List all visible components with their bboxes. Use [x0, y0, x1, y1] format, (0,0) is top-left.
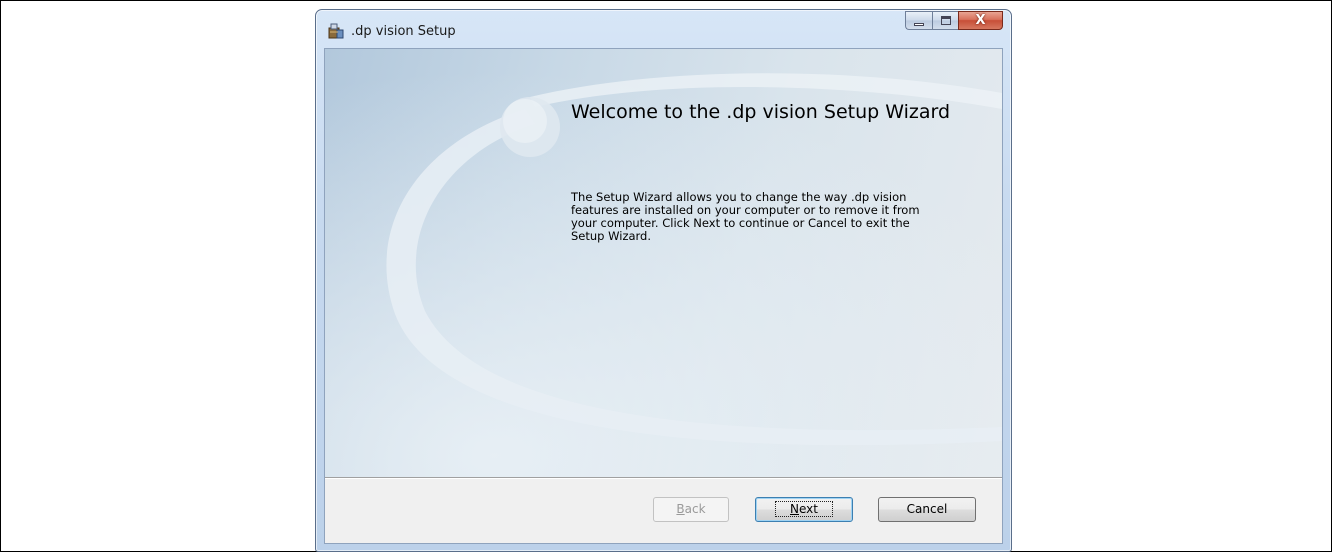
- welcome-line: Setup Wizard.: [571, 229, 652, 243]
- welcome-description: The Setup Wizard allows you to change th…: [571, 191, 991, 243]
- cancel-button[interactable]: Cancel: [878, 497, 976, 522]
- minimize-button[interactable]: [905, 11, 932, 30]
- installer-package-icon: [328, 23, 344, 39]
- back-label-rest: ack: [684, 502, 706, 516]
- back-mnemonic: B: [676, 502, 685, 516]
- title-bar[interactable]: .dp vision Setup X: [316, 10, 1011, 48]
- caption-buttons: X: [905, 11, 1003, 31]
- maximize-icon: [941, 16, 951, 25]
- minimize-icon: [914, 23, 924, 26]
- close-button[interactable]: X: [958, 11, 1003, 30]
- maximize-button[interactable]: [932, 11, 958, 30]
- next-mnemonic: N: [790, 502, 799, 516]
- wizard-client-area: Welcome to the .dp vision Setup Wizard T…: [324, 48, 1003, 544]
- welcome-title: Welcome to the .dp vision Setup Wizard: [571, 101, 951, 123]
- setup-window: .dp vision Setup X Welcome to the .dp vi…: [315, 9, 1012, 552]
- close-icon: X: [975, 13, 986, 28]
- back-button[interactable]: Back: [653, 497, 729, 522]
- window-title: .dp vision Setup: [351, 24, 456, 39]
- welcome-banner: Welcome to the .dp vision Setup Wizard T…: [325, 49, 1002, 477]
- footer-separator: [325, 477, 1002, 479]
- next-label-rest: ext: [799, 502, 818, 516]
- next-button[interactable]: Next: [755, 497, 853, 522]
- focus-rect: Next: [775, 501, 833, 517]
